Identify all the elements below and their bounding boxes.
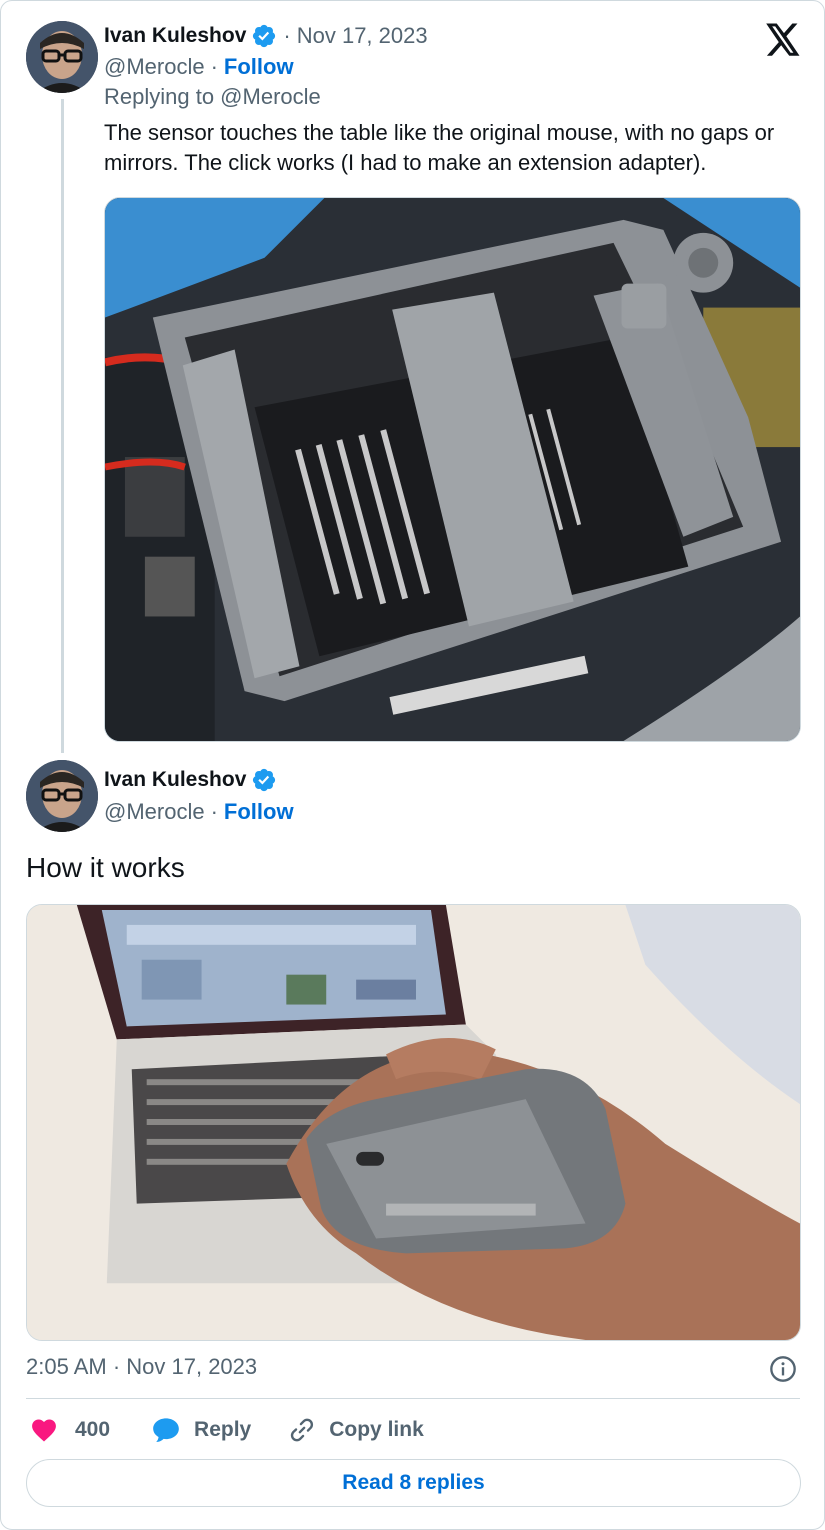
author-row: Ivan Kuleshov · Nov 17, 2023: [104, 22, 428, 50]
follow-button[interactable]: Follow: [224, 799, 294, 825]
follow-button[interactable]: Follow: [224, 54, 294, 80]
author-handle[interactable]: @Merocle: [104, 799, 205, 825]
tweet-date[interactable]: Nov 17, 2023: [297, 23, 428, 49]
tweet-timestamp[interactable]: 2:05 AM · Nov 17, 2023: [26, 1354, 257, 1380]
verified-badge-icon: [253, 768, 276, 792]
author-avatar[interactable]: [26, 760, 98, 832]
verified-badge-icon: [253, 24, 276, 48]
reply-button[interactable]: Reply: [152, 1417, 251, 1443]
like-button[interactable]: 400: [31, 1418, 110, 1442]
action-bar: 400 Reply Copy link: [31, 1413, 462, 1447]
separator-dot: ·: [210, 54, 218, 79]
reply-label: Reply: [194, 1418, 252, 1441]
embedded-tweet-card: Ivan Kuleshov · Nov 17, 2023 @Merocle · …: [0, 0, 825, 1530]
tweet-video-thumbnail[interactable]: [26, 904, 801, 1341]
replying-to-label: Replying to @Merocle: [104, 84, 321, 109]
thread-connector-line: [61, 99, 64, 753]
separator-dot: ·: [283, 23, 291, 48]
handle-row: @Merocle · Follow: [104, 798, 294, 826]
separator-dot: ·: [210, 799, 218, 824]
author-handle[interactable]: @Merocle: [104, 54, 205, 80]
tweet-photo[interactable]: [104, 197, 801, 742]
heart-icon: [32, 1419, 56, 1442]
like-count: 400: [75, 1418, 111, 1441]
copy-link-button[interactable]: Copy link: [289, 1417, 424, 1443]
photo-mouse-in-hand: [27, 905, 800, 1340]
tweet-text-line: mirrors. The click works (I had to make …: [104, 150, 707, 175]
handle-row: @Merocle · Follow: [104, 53, 294, 81]
info-icon[interactable]: [769, 1355, 797, 1383]
author-name[interactable]: Ivan Kuleshov: [104, 24, 246, 48]
tweet-text-line: The sensor touches the table like the or…: [104, 120, 775, 145]
copy-link-label: Copy link: [329, 1418, 424, 1441]
author-name[interactable]: Ivan Kuleshov: [104, 768, 246, 792]
tweet-text: How it works: [26, 852, 185, 883]
photo-mouse-internals: [105, 198, 800, 741]
x-logo-icon[interactable]: [765, 23, 801, 57]
author-avatar[interactable]: [26, 21, 98, 93]
footer-divider: [26, 1398, 800, 1399]
speech-bubble-icon: [153, 1418, 179, 1443]
read-replies-button[interactable]: Read 8 replies: [26, 1459, 801, 1507]
author-row: Ivan Kuleshov: [104, 766, 277, 794]
link-icon: [291, 1418, 314, 1442]
